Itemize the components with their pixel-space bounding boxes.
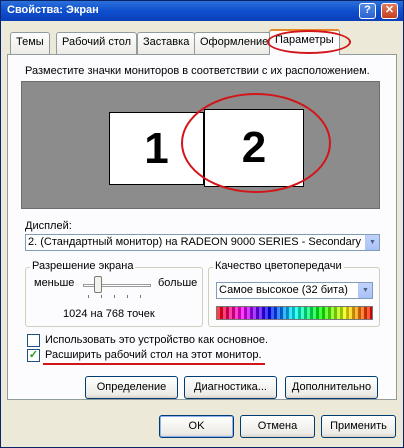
slider-tick [101,295,102,298]
primary-device-label[interactable]: Использовать это устройство как основное… [45,334,268,346]
resolution-less-label: меньше [34,277,75,289]
slider-tick [88,295,89,298]
chevron-down-icon[interactable]: ▼ [358,283,372,298]
primary-device-checkbox[interactable] [27,334,40,347]
color-spectrum-bar [216,306,373,320]
cancel-button[interactable]: Отмена [240,415,315,438]
display-select-value: 2. (Стандартный монитор) на RADEON 9000 … [28,236,361,248]
extend-underline-annotation [43,363,265,365]
extend-desktop-label[interactable]: Расширить рабочий стол на этот монитор. [45,349,262,361]
slider-tick [140,295,141,298]
tab-appearance[interactable]: Оформление [194,32,275,54]
advanced-button[interactable]: Дополнительно [285,376,378,399]
color-quality-group-label: Качество цветопередачи [213,260,344,272]
extend-desktop-checkbox[interactable]: ✓ [27,349,40,362]
resolution-group-label: Разрешение экрана [30,260,136,272]
window-title: Свойства: Экран [7,4,99,16]
tab-screensaver[interactable]: Заставка [137,32,196,54]
monitor-highlight-circle [181,93,331,193]
title-bar: Свойства: Экран ? ✕ [1,1,403,21]
tab-themes[interactable]: Темы [10,32,50,54]
ok-button[interactable]: OK [159,415,234,438]
color-quality-select[interactable]: Самое высокое (32 бита) ▼ [216,282,373,299]
instruction-text: Разместите значки мониторов в соответств… [25,65,370,77]
resolution-slider-thumb[interactable] [94,276,102,293]
color-quality-value: Самое высокое (32 бита) [219,284,348,296]
slider-tick [127,295,128,298]
help-button[interactable]: ? [359,3,376,19]
identify-button[interactable]: Определение [85,376,178,399]
resolution-value: 1024 на 768 точек [63,308,155,320]
troubleshoot-button[interactable]: Диагностика... [184,376,277,399]
display-label: Дисплей: [25,220,72,232]
display-properties-window: Свойства: Экран ? ✕ Темы Рабочий стол За… [0,0,404,448]
chevron-down-icon[interactable]: ▼ [365,235,379,250]
tab-desktop[interactable]: Рабочий стол [56,32,138,54]
resolution-more-label: больше [158,277,198,289]
apply-button[interactable]: Применить [321,415,396,438]
close-button[interactable]: ✕ [381,3,398,19]
display-select[interactable]: 2. (Стандартный монитор) на RADEON 9000 … [25,234,380,251]
slider-tick [114,295,115,298]
tab-highlight-circle [267,30,351,54]
